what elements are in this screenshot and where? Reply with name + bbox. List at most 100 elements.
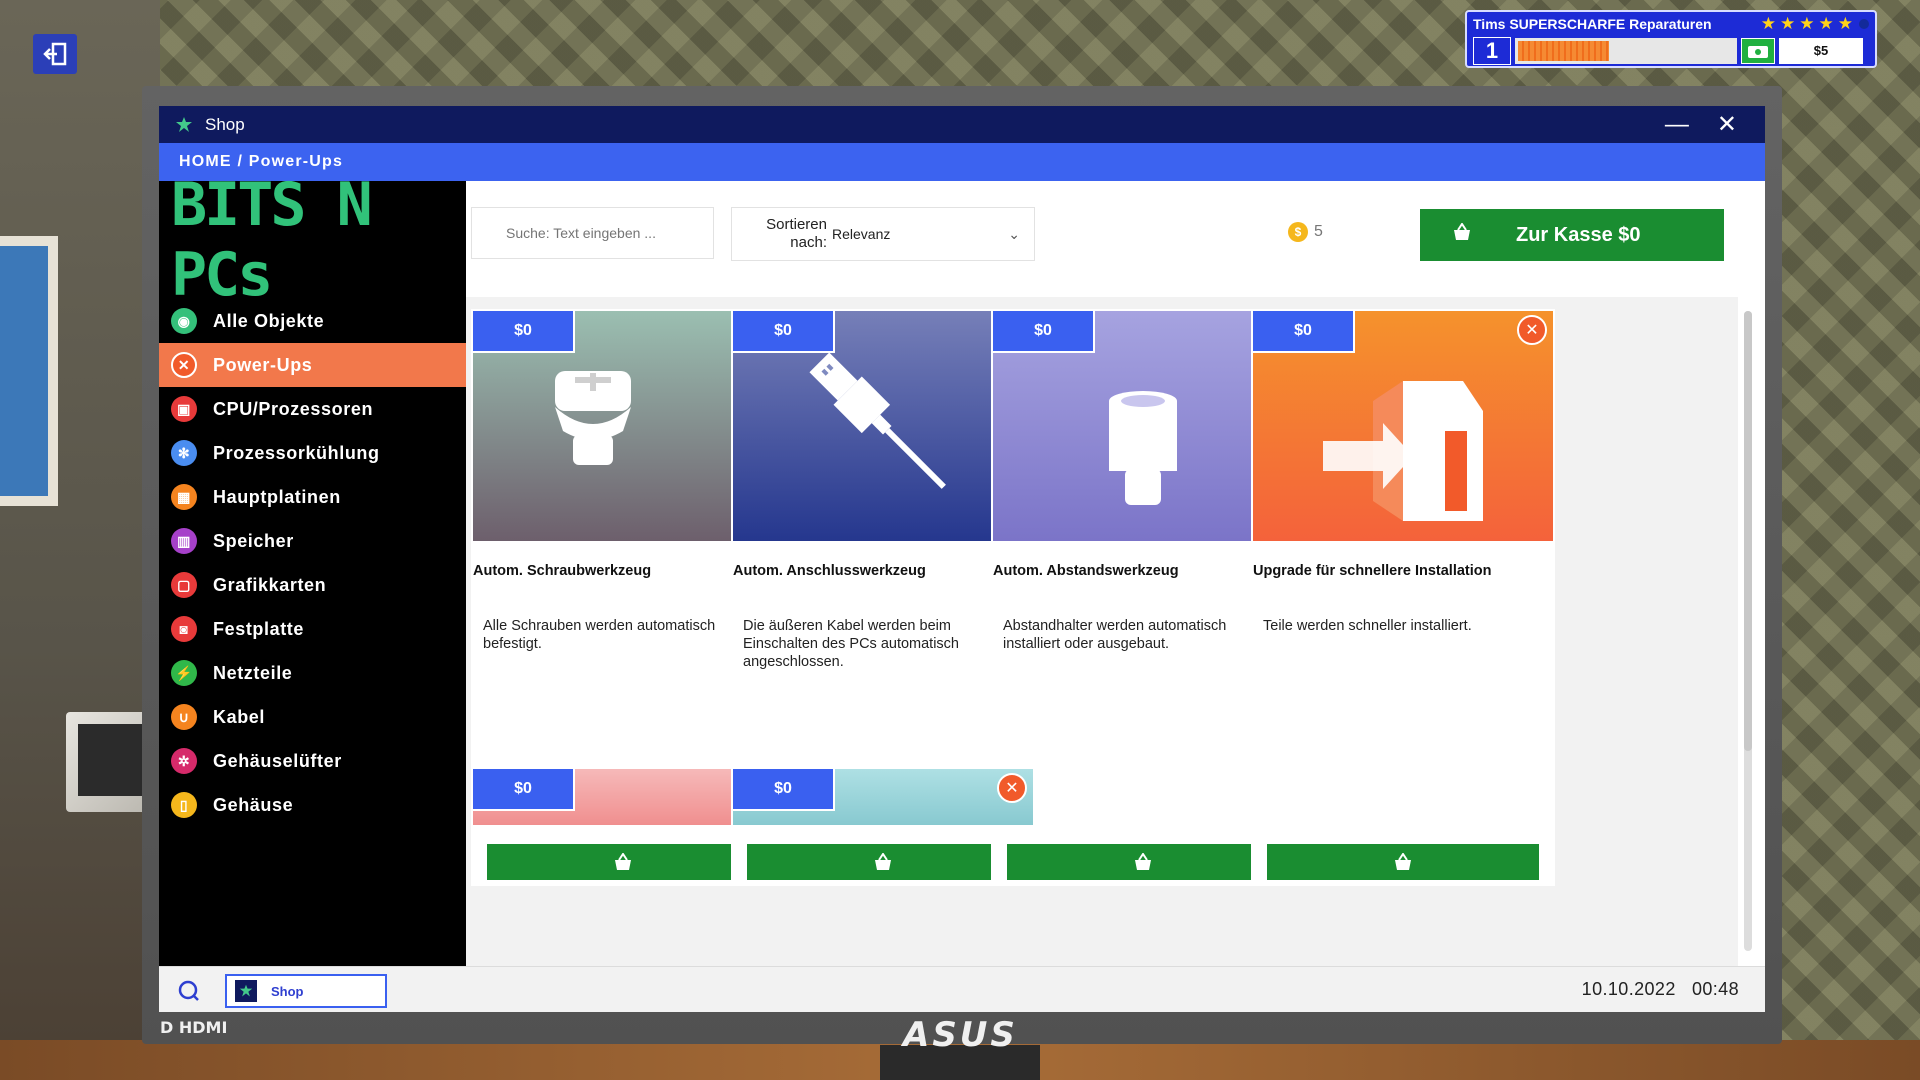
minimize-button[interactable]: — <box>1665 112 1689 137</box>
sidebar-item-grafikkarten[interactable]: ▢ Grafikkarten <box>159 563 466 607</box>
price-tag: $0 <box>731 309 835 353</box>
sidebar-item-power-ups[interactable]: ✕ Power-Ups <box>159 343 466 387</box>
shop-app-icon <box>235 980 257 1002</box>
window-title: Shop <box>205 114 245 134</box>
product-title: Autom. Schraubwerkzeug <box>473 563 652 579</box>
taskbar: Shop 10.10.2022 00:48 <box>159 966 1765 1012</box>
sidebar-item-netzteile[interactable]: ⚡ Netzteile <box>159 651 466 695</box>
start-icon[interactable] <box>177 978 201 1002</box>
close-button[interactable]: ✕ <box>1717 112 1737 137</box>
sort-dropdown[interactable]: Sortieren nach: Relevanz ⌄ <box>731 207 1035 261</box>
sidebar-item-hauptplatinen[interactable]: ▦ Hauptplatinen <box>159 475 466 519</box>
basket-icon <box>875 853 891 870</box>
sidebar-item-label: Grafikkarten <box>213 574 327 595</box>
basket-icon <box>1135 853 1151 870</box>
product-card[interactable]: $0 ✕ <box>731 767 1035 827</box>
star-icon: ★ <box>1760 14 1776 33</box>
star-icon: ★ <box>1837 14 1853 33</box>
cable-icon: ∪ <box>171 704 197 730</box>
case-icon: ▯ <box>171 792 197 818</box>
graphics-card-icon: ▢ <box>171 572 197 598</box>
window-titlebar: Shop — ✕ <box>159 106 1765 143</box>
monitor-screen: Shop — ✕ HOME / Power-Ups BITS N PCs ◉ Al… <box>159 106 1765 1012</box>
chevron-down-icon: ⌄ <box>1008 225 1020 242</box>
product-grid: $0 ✕ Autom. Schraubwerkzeug Alle Schraub… <box>466 297 1738 966</box>
sidebar-item-speicher[interactable]: ▥ Speicher <box>159 519 466 563</box>
brand-logo[interactable]: BITS N PCs <box>159 170 466 310</box>
price-tag: $0 <box>991 309 1095 353</box>
product-description: Abstandhalter werden automatisch install… <box>1003 618 1227 652</box>
taskbar-shop-button[interactable]: Shop <box>225 974 387 1008</box>
coin-count: 5 <box>1314 223 1323 240</box>
xp-progress-fill <box>1518 41 1609 61</box>
level-badge: 1 <box>1473 37 1511 65</box>
cooling-fan-icon: ✻ <box>171 440 197 466</box>
star-icon: ★ <box>1818 14 1834 33</box>
basket-icon <box>615 853 631 870</box>
product-card[interactable]: $0 ✕ Upgrade für schnellere Installation… <box>1251 309 1555 886</box>
add-to-cart-button[interactable] <box>1267 844 1539 880</box>
sidebar-item-label: Alle Objekte <box>213 310 325 331</box>
clock: 10.10.2022 00:48 <box>1581 979 1739 999</box>
memory-icon: ▥ <box>171 528 197 554</box>
case-fan-icon: ✲ <box>171 748 197 774</box>
price-tag: $0 <box>471 309 575 353</box>
sort-label: Sortieren nach: <box>766 216 827 251</box>
add-to-cart-button[interactable] <box>747 844 1019 880</box>
motherboard-icon: ▦ <box>171 484 197 510</box>
sidebar-item-label: Gehäuse <box>213 794 294 815</box>
scrollbar-thumb[interactable] <box>1744 311 1752 751</box>
power-supply-icon: ⚡ <box>171 660 197 686</box>
product-title: Autom. Abstandswerkzeug <box>993 563 1179 579</box>
game-hud: Tims SUPERSCHARFE Reparaturen ★ ★ ★ ★ ★ … <box>1465 10 1877 68</box>
star-icon: ★ <box>1799 14 1815 33</box>
globe-icon: ◉ <box>171 308 197 334</box>
sidebar-item-prozessorkühlung[interactable]: ✻ Prozessorkühlung <box>159 431 466 475</box>
sidebar-item-label: Gehäuselüfter <box>213 750 342 771</box>
shop-name: Tims SUPERSCHARFE Reparaturen <box>1473 16 1712 32</box>
hard-drive-icon: ◙ <box>171 616 197 642</box>
product-description: Die äußeren Kabel werden beim Einschalte… <box>743 618 959 670</box>
search-input[interactable] <box>471 207 714 259</box>
xp-progress-bar <box>1515 38 1737 64</box>
coin-icon: $ <box>1288 222 1308 242</box>
room-wall-left <box>0 0 160 1080</box>
sidebar-item-label: Festplatte <box>213 618 305 639</box>
category-list: ◉ Alle Objekte ✕ Power-Ups ▣ CPU/Prozessoren ✻… <box>159 299 466 827</box>
sidebar-item-festplatte[interactable]: ◙ Festplatte <box>159 607 466 651</box>
taskbar-shop-label: Shop <box>271 983 304 999</box>
exit-button[interactable] <box>33 34 77 74</box>
sidebar-item-label: Speicher <box>213 530 294 551</box>
sidebar-item-label: Hauptplatinen <box>213 486 341 507</box>
add-to-cart-button[interactable] <box>487 844 759 880</box>
add-to-cart-button[interactable] <box>1007 844 1279 880</box>
sidebar-item-label: Netzteile <box>213 662 293 683</box>
cash-icon <box>1741 38 1775 64</box>
checkout-button[interactable]: Zur Kasse $0 <box>1420 209 1724 261</box>
sidebar-item-label: Prozessorkühlung <box>213 442 380 463</box>
wall-picture <box>0 236 58 506</box>
scrollbar[interactable] <box>1744 311 1752 951</box>
tools-icon: ✕ <box>997 773 1027 803</box>
cpu-icon: ▣ <box>171 396 197 422</box>
rating-stars: ★ ★ ★ ★ ★ <box>1760 14 1869 33</box>
monitor-brand-logo: ASUS <box>903 1015 1018 1055</box>
sort-value: Relevanz <box>832 226 891 242</box>
category-sidebar: BITS N PCs ◉ Alle Objekte ✕ Power-Ups ▣ CPU/P… <box>159 170 466 966</box>
sidebar-item-kabel[interactable]: ∪ Kabel <box>159 695 466 739</box>
sidebar-item-gehäuse[interactable]: ▯ Gehäuse <box>159 783 466 827</box>
product-title: Upgrade für schnellere Installation <box>1253 563 1492 579</box>
shop-app-icon <box>176 116 192 132</box>
hdmi-logo: D HDMI <box>160 1018 228 1037</box>
product-description: Teile werden schneller installiert. <box>1263 618 1472 634</box>
shop-toolbar: Sortieren nach: Relevanz ⌄ $ 5 Zur Kasse… <box>466 181 1765 297</box>
sidebar-item-gehäuselüfter[interactable]: ✲ Gehäuselüfter <box>159 739 466 783</box>
sidebar-item-cpu-prozessoren[interactable]: ▣ CPU/Prozessoren <box>159 387 466 431</box>
money-display: $5 <box>1779 38 1863 64</box>
checkout-label: Zur Kasse $0 <box>1516 223 1641 246</box>
tools-icon: ✕ <box>1517 315 1547 345</box>
sidebar-item-label: CPU/Prozessoren <box>213 398 374 419</box>
product-card[interactable]: $0 ✕ <box>471 767 775 827</box>
price-tag: $0 <box>1251 309 1355 353</box>
product-card[interactable]: $0 ✕ Autom. Abstandswerkzeug Abstandhalt… <box>991 309 1295 886</box>
